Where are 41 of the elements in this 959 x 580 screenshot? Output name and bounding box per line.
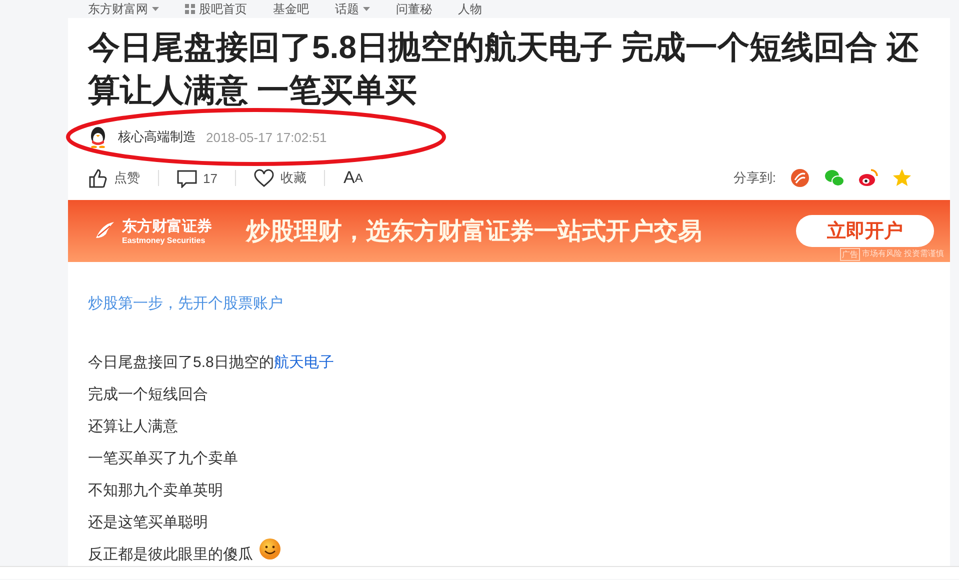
paragraph-text: 反正都是彼此眼里的傻瓜 bbox=[88, 545, 253, 565]
caret-icon bbox=[363, 6, 370, 12]
paragraph-text: 一笔买单买了九个卖单 bbox=[88, 449, 238, 469]
nav-link[interactable]: 基金吧 bbox=[273, 0, 309, 18]
nav-link[interactable]: 股吧首页 bbox=[185, 0, 247, 18]
thumbs-up-icon bbox=[88, 168, 108, 188]
nav-link[interactable]: 东方财富网 bbox=[88, 0, 159, 18]
heart-icon bbox=[254, 168, 274, 188]
star-icon[interactable] bbox=[892, 168, 912, 188]
action-button[interactable]: 点赞 bbox=[88, 170, 159, 186]
brand-english-name: Eastmoney Securities bbox=[122, 236, 206, 245]
author-name[interactable]: 核心高端制造 bbox=[118, 128, 196, 146]
font-size-button[interactable]: AA bbox=[343, 170, 381, 186]
smiley-emoji-icon bbox=[259, 538, 281, 560]
action-button[interactable]: 17 bbox=[177, 170, 236, 186]
share-paper-plane-icon[interactable] bbox=[790, 168, 810, 188]
caret-icon bbox=[152, 6, 159, 12]
ad-banner[interactable]: 东方财富证券 Eastmoney Securities 炒股理财，选东方财富证券一站式开户交易 立即开户 广告 市场有风险 投资需谨慎 bbox=[68, 200, 950, 262]
ad-tag: 广告 bbox=[840, 248, 860, 261]
risk-disclaimer: 市场有风险 投资需谨慎 bbox=[862, 248, 944, 260]
article-title: 今日尾盘接回了5.8日抛空的航天电子 完成一个短线回合 还算让人满意 一笔买单买 bbox=[88, 28, 920, 110]
paragraph-text: 完成一个短线回合 bbox=[88, 385, 208, 405]
action-button[interactable]: 收藏 bbox=[254, 170, 326, 186]
speech-bubble-icon bbox=[177, 168, 197, 188]
paragraph-text: 还算让人满意 bbox=[88, 417, 178, 437]
nav-link[interactable]: 人物 bbox=[458, 0, 482, 18]
nav-link[interactable]: 话题 bbox=[335, 0, 370, 18]
penguin-avatar-icon bbox=[88, 126, 108, 148]
paragraph-text: 不知那九个卖单英明 bbox=[88, 481, 223, 501]
ad-slogan: 炒股理财，选东方财富证券一站式开户交易 bbox=[246, 217, 702, 247]
brand-name: 东方财富证券 bbox=[122, 217, 212, 236]
grid-icon bbox=[185, 4, 195, 14]
open-account-button[interactable]: 立即开户 bbox=[796, 215, 934, 247]
paragraph-text: 今日尾盘接回了5.8日抛空的航天电子 bbox=[88, 353, 334, 373]
nav-link[interactable]: 问董秘 bbox=[396, 0, 432, 18]
weibo-icon[interactable] bbox=[858, 168, 878, 188]
share-label: 分享到: bbox=[733, 169, 776, 187]
stock-link[interactable]: 航天电子 bbox=[274, 354, 334, 371]
wechat-icon[interactable] bbox=[824, 168, 844, 188]
post-time: 2018-05-17 17:02:51 bbox=[206, 130, 327, 144]
paragraph-text: 还是这笔买单聪明 bbox=[88, 513, 208, 533]
